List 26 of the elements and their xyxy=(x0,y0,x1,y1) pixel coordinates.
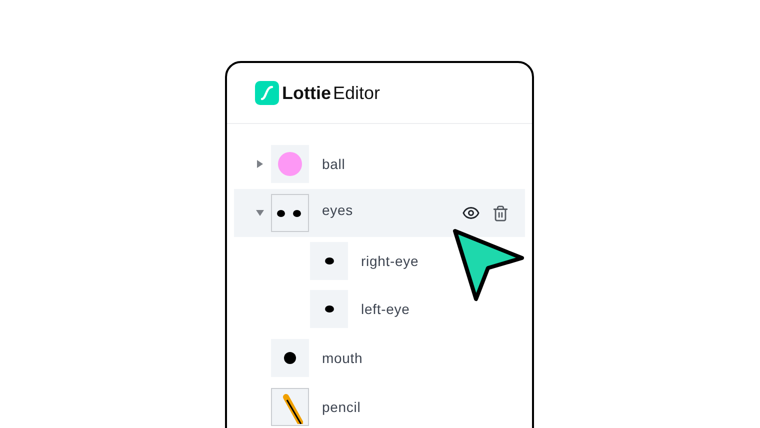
layer-row[interactable]: ball xyxy=(234,140,525,188)
layer-name: pencil xyxy=(322,398,361,417)
dot-icon xyxy=(324,257,334,265)
pencil-icon xyxy=(283,394,303,424)
layer-name: eyes xyxy=(322,201,353,220)
cursor-arrow-icon xyxy=(452,228,526,302)
circle-icon xyxy=(278,152,302,176)
eye-icon[interactable] xyxy=(462,204,480,222)
layer-name: mouth xyxy=(322,348,363,368)
logo-text-bold: Lottie xyxy=(282,82,331,104)
logo-text: Editor xyxy=(333,82,380,104)
trash-icon[interactable] xyxy=(492,204,509,222)
layer-row[interactable]: left-eye xyxy=(234,285,525,333)
caret-right-icon[interactable] xyxy=(256,160,264,168)
layer-row[interactable]: right-eye xyxy=(234,237,525,285)
caret-down-icon[interactable] xyxy=(256,209,264,217)
layer-name: ball xyxy=(322,154,346,174)
layer-row[interactable]: mouth xyxy=(234,334,525,382)
layer-name: left-eye xyxy=(361,300,410,319)
dot-icon xyxy=(284,352,296,364)
eyes-icon xyxy=(277,208,303,218)
layer-row[interactable]: eyes xyxy=(234,189,525,237)
logo-icon xyxy=(255,81,279,105)
dot-icon xyxy=(324,305,334,313)
layer-row[interactable]: pencil xyxy=(234,383,525,428)
layer-name: right-eye xyxy=(361,252,419,271)
